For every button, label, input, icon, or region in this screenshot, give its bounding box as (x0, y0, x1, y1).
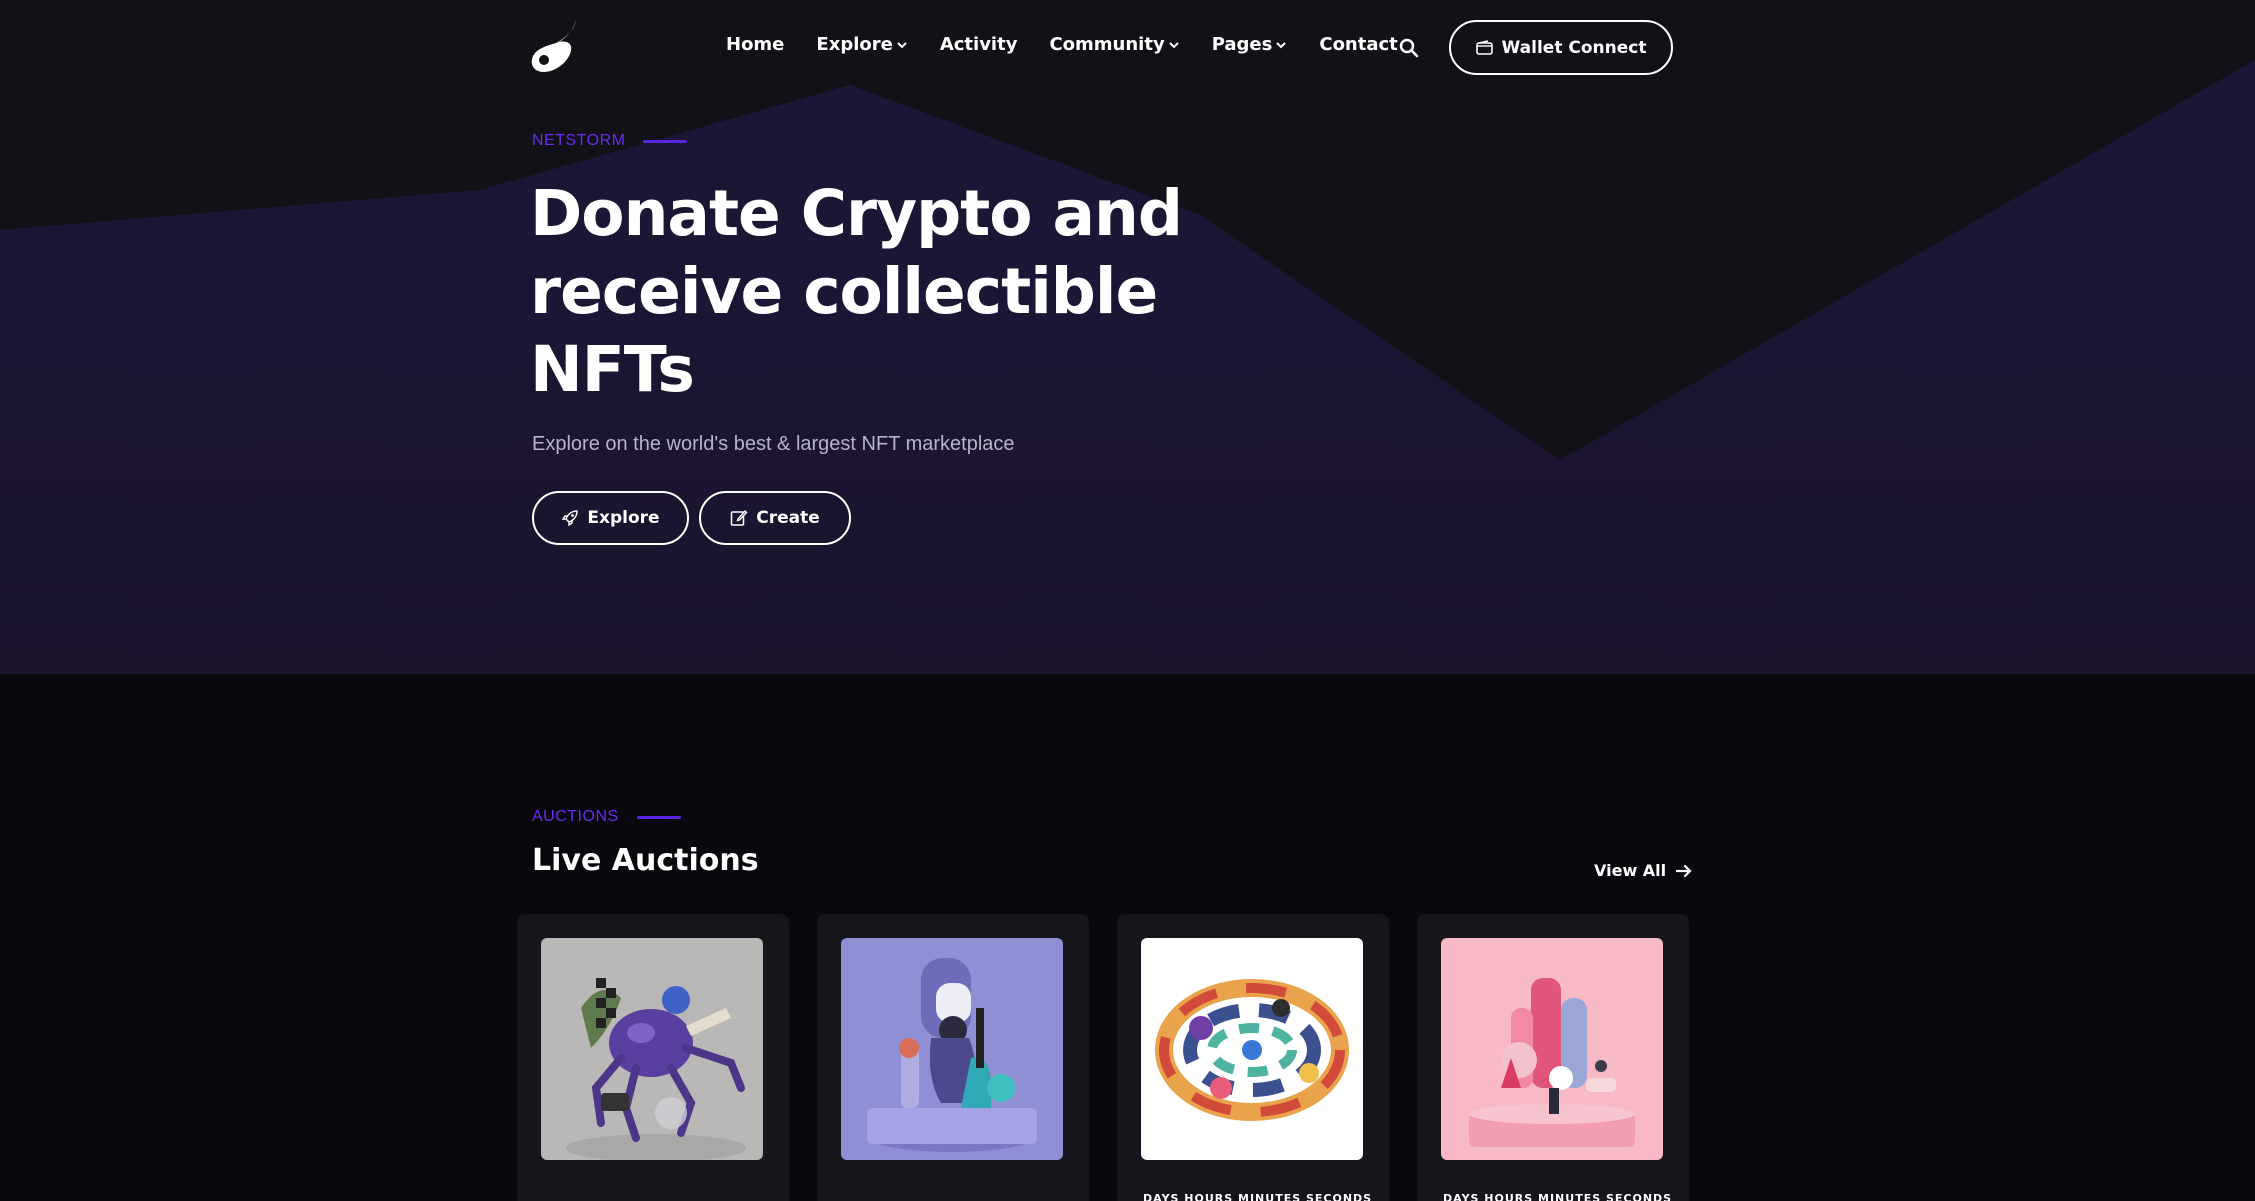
arrow-right-icon (1676, 864, 1692, 877)
nav-explore-label: Explore (816, 34, 893, 55)
auction-countdown: DAYS HOURS MINUTES SECONDS (1443, 1192, 1673, 1201)
nav-community-label: Community (1049, 34, 1165, 55)
auctions-eyebrow: AUCTIONS (532, 808, 681, 826)
view-all-link[interactable]: View All (1594, 861, 1692, 880)
wallet-icon (1475, 39, 1493, 55)
nav-activity[interactable]: Activity (940, 34, 1018, 55)
chevron-down-icon (1276, 41, 1287, 48)
hero-title-line: NFTs (530, 333, 695, 406)
chevron-down-icon (897, 41, 907, 48)
auction-card[interactable]: DAYS HOURS MINUTES SECONDS (1117, 914, 1389, 1201)
site-header: Home Explore Activity Community Pages Co… (0, 0, 2255, 96)
nav-explore[interactable]: Explore (816, 34, 907, 55)
nav-contact-label: Contact (1319, 34, 1398, 55)
search-icon[interactable] (1398, 37, 1420, 59)
nft-image[interactable] (541, 938, 763, 1160)
wallet-connect-button[interactable]: Wallet Connect (1449, 20, 1673, 75)
create-button[interactable]: Create (699, 491, 851, 545)
robot-sculpture-art-icon (841, 938, 1063, 1160)
netstorm-logo-icon[interactable] (528, 18, 582, 76)
explore-button-label: Explore (587, 508, 660, 528)
wallet-connect-label: Wallet Connect (1501, 37, 1647, 58)
auction-card[interactable]: DAYS HOURS MINUTES SECONDS (1417, 914, 1689, 1201)
nav-pages-label: Pages (1211, 34, 1273, 55)
section-title: Live Auctions (532, 843, 759, 878)
auction-card[interactable] (517, 914, 789, 1201)
nav-home[interactable]: Home (726, 34, 784, 55)
nav-contact[interactable]: Contact (1319, 34, 1397, 55)
create-button-label: Create (756, 508, 820, 528)
view-all-label: View All (1594, 861, 1667, 880)
nav-home-label: Home (726, 34, 785, 55)
hero-title-line: receive collectible (530, 255, 1158, 328)
hero-title-line: Donate Crypto and (530, 177, 1183, 250)
nav-pages[interactable]: Pages (1212, 34, 1288, 55)
hero-eyebrow-text: NETSTORM (532, 132, 626, 149)
main-nav: Home Explore Activity Community Pages Co… (726, 34, 1430, 55)
purple-spider-art-icon (541, 938, 763, 1160)
nft-image[interactable] (1441, 938, 1663, 1160)
hero-eyebrow: NETSTORM (532, 132, 688, 150)
colorful-swirl-art-icon (1141, 938, 1363, 1160)
explore-button[interactable]: Explore (532, 491, 689, 545)
nft-image[interactable] (841, 938, 1063, 1160)
nav-activity-label: Activity (939, 34, 1018, 55)
rocket-icon (562, 510, 579, 527)
auction-card[interactable] (817, 914, 1089, 1201)
edit-icon (730, 509, 748, 526)
eyebrow-divider (643, 139, 688, 143)
chevron-down-icon (1168, 41, 1179, 48)
eyebrow-divider (636, 815, 681, 819)
pink-sculpture-art-icon (1441, 938, 1663, 1160)
auctions-eyebrow-text: AUCTIONS (532, 808, 619, 825)
nft-image[interactable] (1141, 938, 1363, 1160)
nav-community[interactable]: Community (1049, 34, 1179, 55)
auction-countdown: DAYS HOURS MINUTES SECONDS (1143, 1192, 1373, 1201)
hero-title: Donate Crypto and receive collectible NF… (530, 175, 1250, 409)
hero-subtitle: Explore on the world's best & largest NF… (532, 433, 1015, 455)
